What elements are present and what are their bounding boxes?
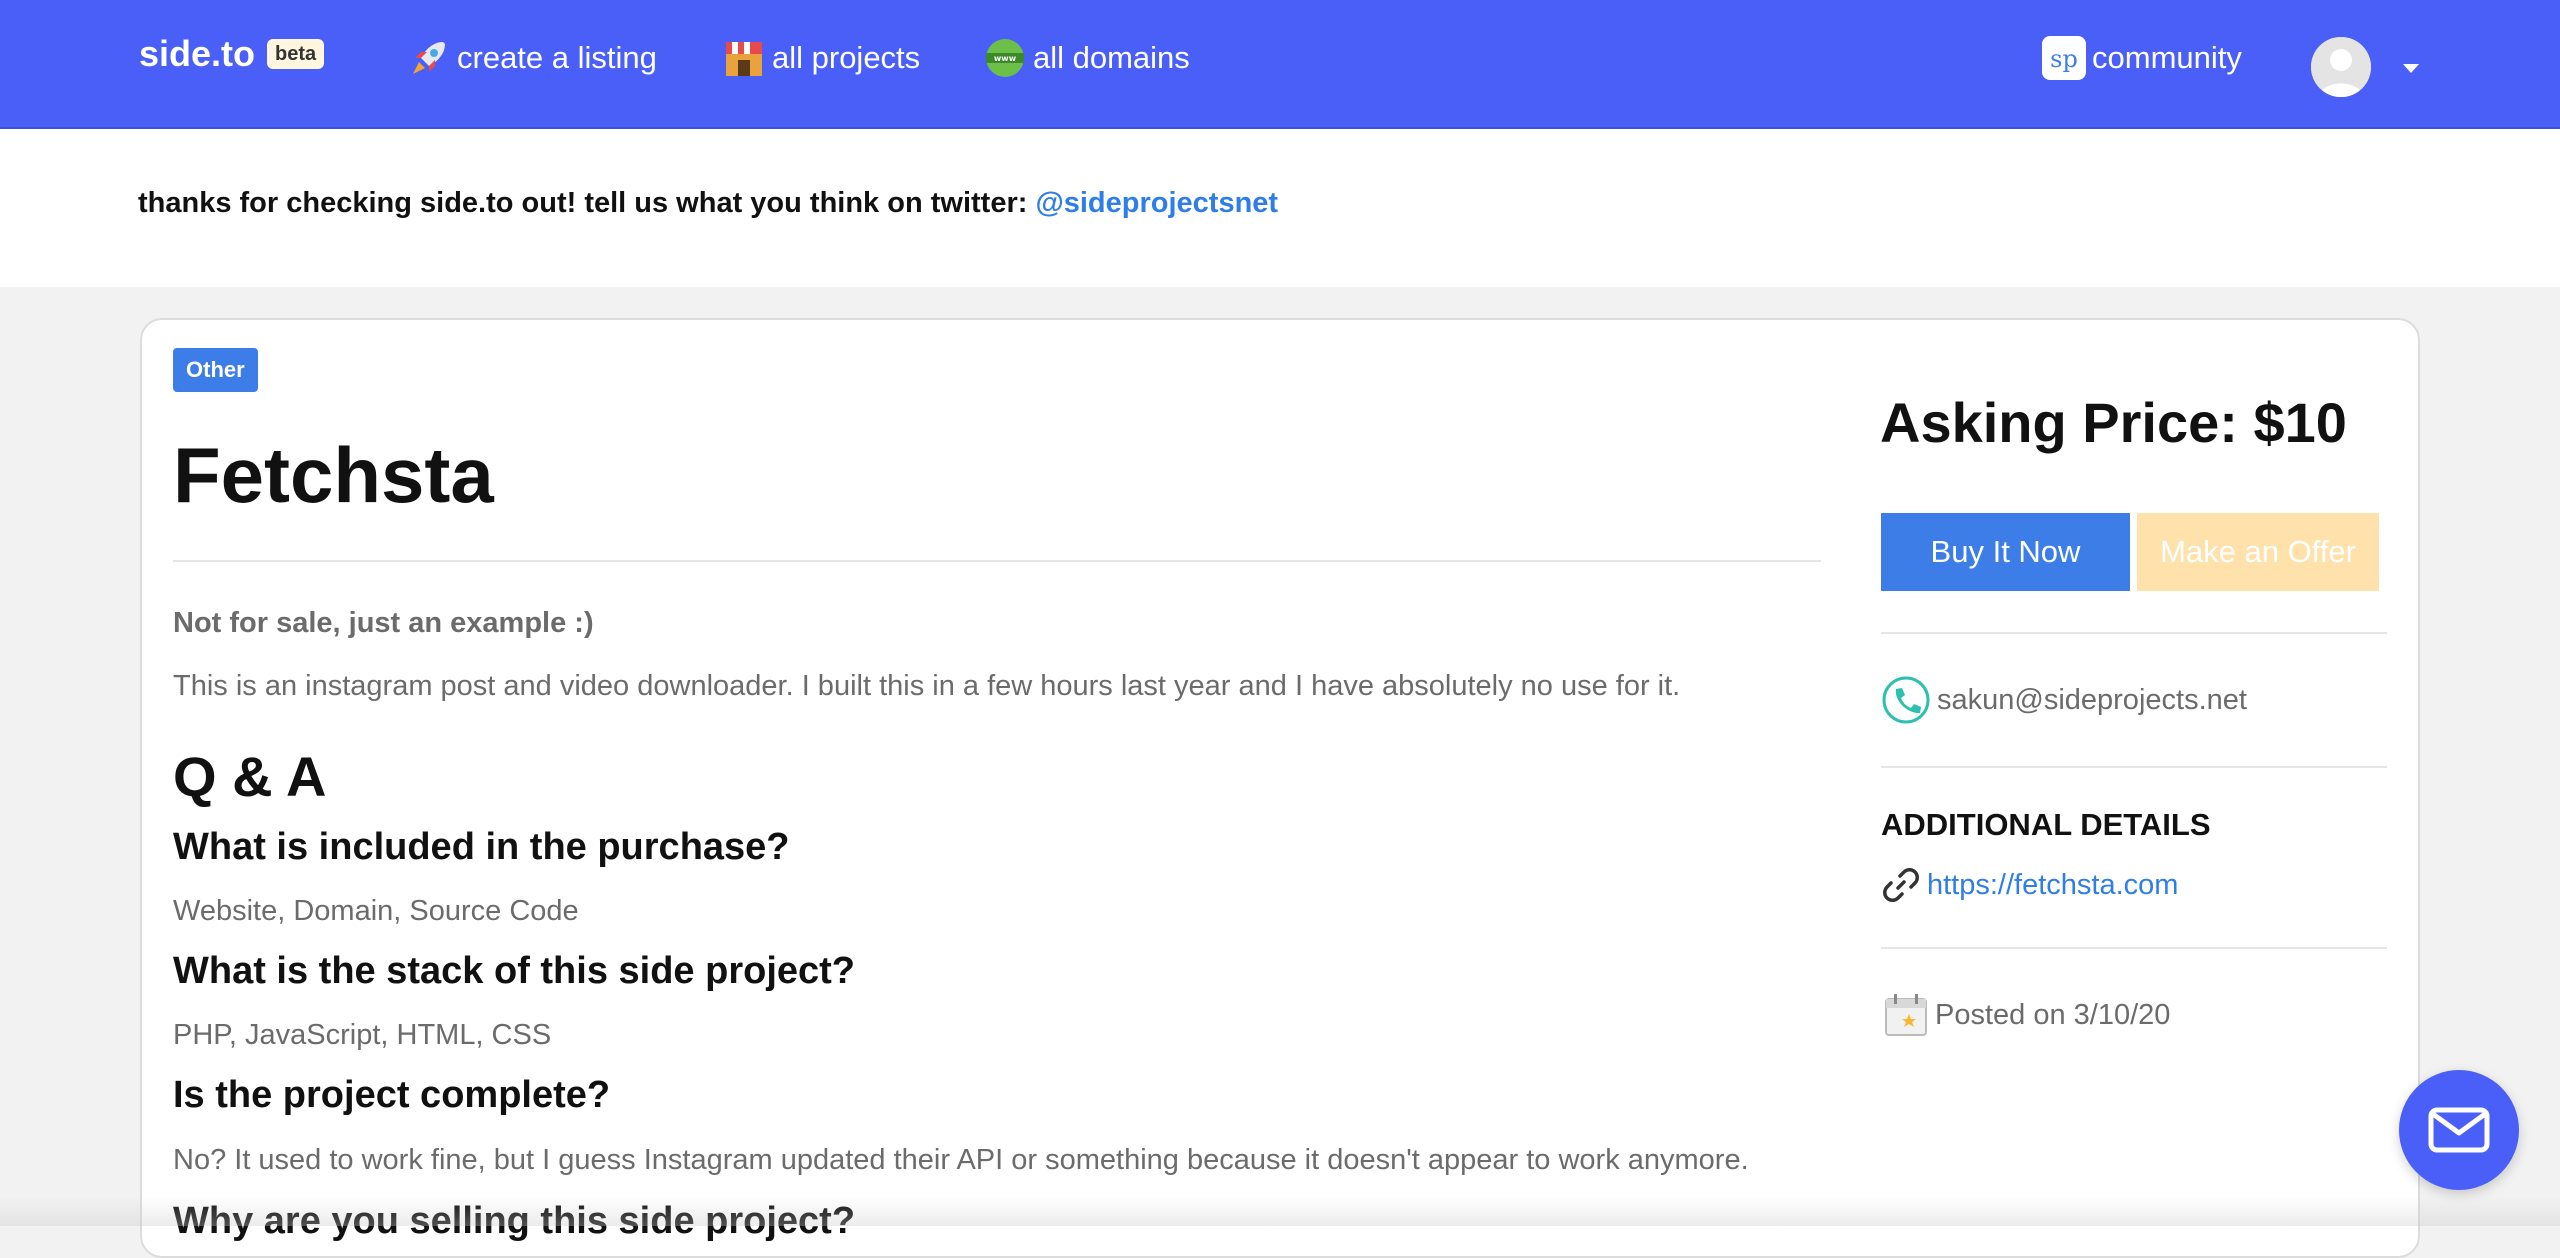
qa-answer: PHP, JavaScript, HTML, CSS	[173, 1019, 552, 1051]
category-badge[interactable]: Other	[173, 348, 258, 392]
buy-it-now-button[interactable]: Buy It Now	[1881, 513, 2130, 591]
brand-name: side.to	[139, 33, 256, 74]
brand-logo[interactable]: side.to beta	[139, 33, 325, 75]
additional-details-heading: ADDITIONAL DETAILS	[1881, 807, 2211, 842]
sidebar-divider	[1881, 947, 2387, 949]
svg-text:www: www	[994, 54, 1017, 63]
link-icon	[1881, 865, 1921, 905]
caret-down-icon[interactable]	[2403, 64, 2419, 73]
sideprojects-logo-icon: sp	[2042, 36, 2086, 80]
announcement-message: thanks for checking side.to out! tell us…	[138, 187, 1028, 219]
announcement-bar: thanks for checking side.to out! tell us…	[0, 129, 2560, 287]
nav-all-projects[interactable]: all projects	[722, 36, 920, 80]
top-navbar: side.to beta create a listing all projec…	[0, 0, 2560, 129]
nav-projects-label: all projects	[772, 40, 921, 75]
listing-title: Fetchsta	[173, 431, 494, 519]
sidebar-divider	[1881, 766, 2387, 768]
nav-domains-label: all domains	[1033, 40, 1190, 75]
posted-date-text: Posted on 3/10/20	[1935, 998, 2171, 1031]
sidebar-divider	[1881, 632, 2387, 634]
twitter-handle-link[interactable]: @sideprojectsnet	[1035, 187, 1278, 219]
qa-question: Why are you selling this side project?	[173, 1200, 856, 1242]
calendar-icon	[1881, 990, 1931, 1040]
nav-create-label: create a listing	[457, 40, 657, 75]
globe-www-icon: www	[983, 36, 1027, 80]
asking-price: Asking Price: $10	[1880, 391, 2347, 454]
nav-community-label: community	[2092, 40, 2242, 75]
seller-email[interactable]: sakun@sideprojects.net	[1937, 684, 2247, 717]
title-divider	[173, 560, 1821, 562]
qa-question: What is included in the purchase?	[173, 826, 790, 868]
qa-question: What is the stack of this side project?	[173, 950, 856, 992]
listing-description: This is an instagram post and video down…	[173, 670, 1681, 702]
qa-answer: Website, Domain, Source Code	[173, 895, 579, 927]
listing-card: Other Fetchsta Not for sale, just an exa…	[140, 318, 2420, 1258]
posted-date: Posted on 3/10/20	[1881, 990, 2170, 1040]
qa-question: Is the project complete?	[173, 1074, 611, 1116]
store-icon	[722, 36, 766, 80]
mail-icon	[2428, 1107, 2490, 1153]
project-website-link[interactable]: https://fetchsta.com	[1881, 865, 2178, 905]
beta-badge: beta	[267, 39, 325, 69]
rocket-icon	[407, 36, 451, 80]
project-website-url: https://fetchsta.com	[1927, 868, 2179, 901]
seller-contact: sakun@sideprojects.net	[1881, 675, 2247, 725]
nav-all-domains[interactable]: www all domains	[983, 36, 1190, 80]
nav-community[interactable]: sp community	[2042, 36, 2242, 80]
announcement-text: thanks for checking side.to out! tell us…	[138, 187, 1278, 220]
qa-heading: Q & A	[173, 745, 327, 808]
user-avatar[interactable]	[2311, 37, 2371, 97]
listing-subtitle: Not for sale, just an example :)	[173, 607, 594, 639]
nav-create-listing[interactable]: create a listing	[407, 36, 657, 80]
svg-text:sp: sp	[2050, 45, 2078, 73]
message-button[interactable]	[2399, 1070, 2519, 1190]
qa-answer: No? It used to work fine, but I guess In…	[173, 1144, 1749, 1176]
phone-icon	[1881, 675, 1931, 725]
make-offer-button[interactable]: Make an Offer	[2137, 513, 2379, 591]
